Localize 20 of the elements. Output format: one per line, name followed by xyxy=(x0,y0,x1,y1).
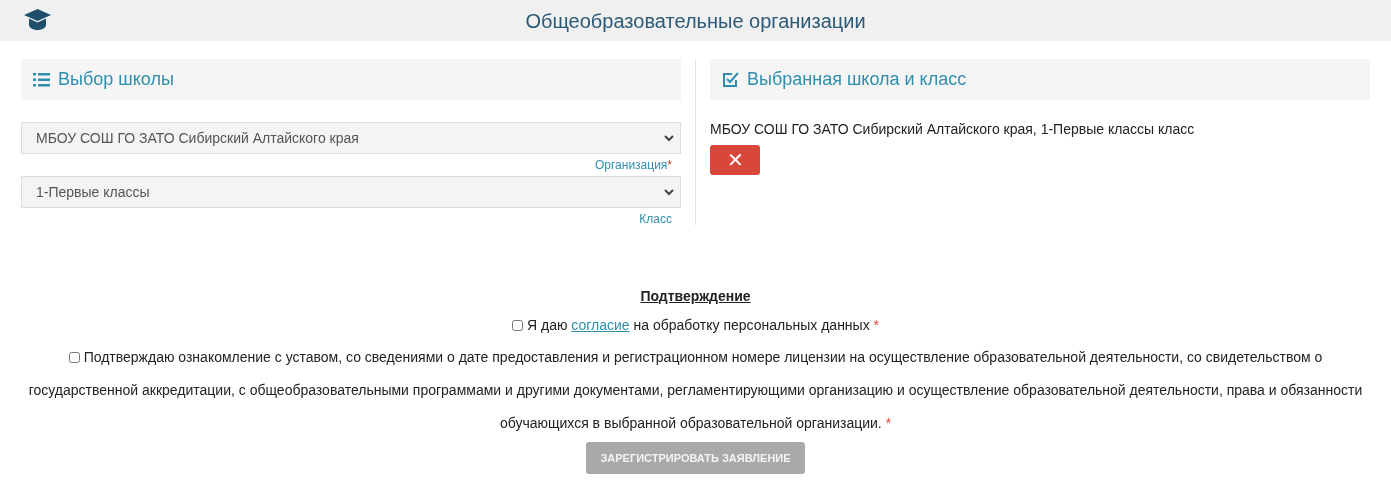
field-label: Организация* xyxy=(594,157,672,174)
selected-school-text: МБОУ СОШ ГО ЗАТО Сибирский Алтайского края, 1-Первые классы класс xyxy=(710,120,1196,139)
select-field[interactable]: 1-Первые классы xyxy=(21,176,681,208)
remove-button[interactable]: ✕ xyxy=(710,145,760,175)
select-field[interactable]: МБОУ СОШ ГО ЗАТО Сибирский Алтайского края xyxy=(21,122,681,154)
checkbox[interactable] xyxy=(512,320,523,331)
section-heading: Выбор школы xyxy=(58,68,174,91)
list-icon xyxy=(33,72,50,87)
graduation-cap-icon xyxy=(24,9,51,31)
consent-link[interactable]: согласие xyxy=(571,317,630,333)
chevron-down-icon xyxy=(664,134,674,142)
consent-text: Я даю согласие на обработку персональных данных * xyxy=(512,309,879,341)
checkbox[interactable] xyxy=(68,352,80,363)
confirmation-heading: Подтверждение xyxy=(640,287,751,306)
section-heading: Выбранная школа и класс xyxy=(747,68,967,91)
field-label: Класс xyxy=(639,211,672,228)
chevron-down-icon xyxy=(664,188,674,196)
checked-box-icon xyxy=(722,71,739,88)
consent-text: Подтверждаю ознакомление с уставом, со сведениями о дате предоставления и регистрационном номере лицензии на осуществление образовательной деятельности, со свидетельством о государственной аккредитации, с общеобразовательными программами и другими документами, регламентирующими организацию и осуществление образовательной деятельности, права и обязанности обучающихся в выбранной образовательной организации. * xyxy=(27,348,1364,433)
page-title: Общеобразовательные организации xyxy=(525,8,866,34)
